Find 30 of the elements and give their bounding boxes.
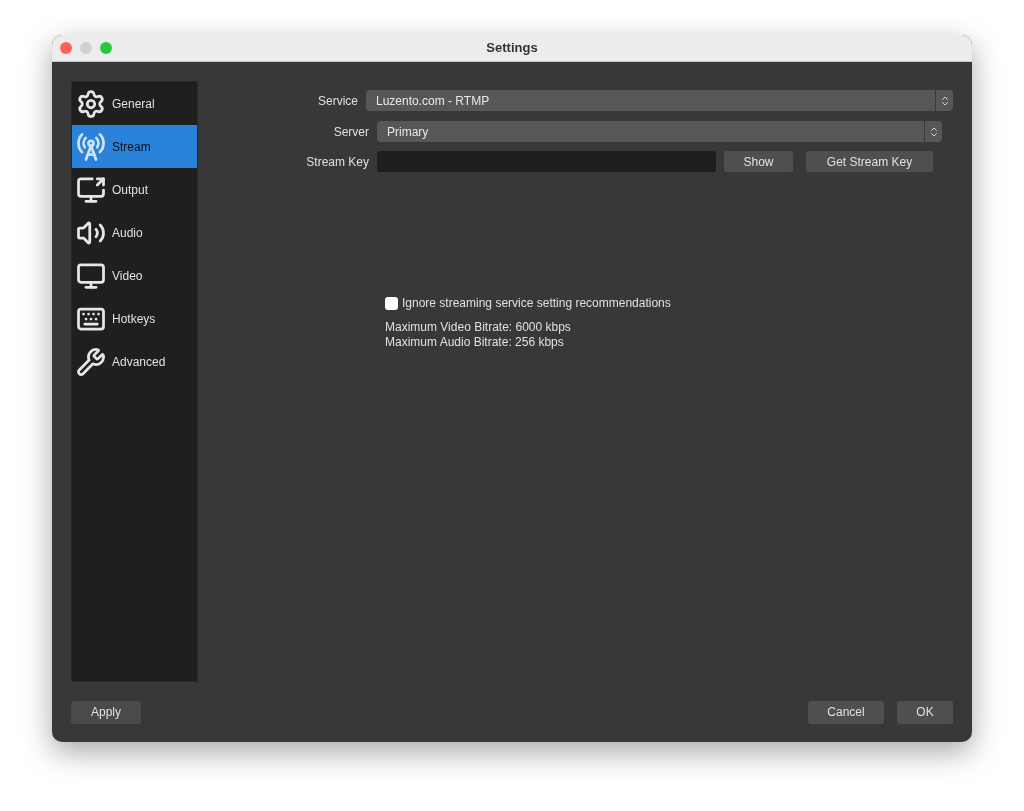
wrench-icon <box>76 346 106 377</box>
sidebar-item[interactable]: Hotkeys <box>72 297 197 340</box>
cancel-button[interactable]: Cancel <box>808 700 884 724</box>
server-label: Server <box>332 123 370 141</box>
gear-icon <box>76 88 106 119</box>
stream-key-label: Stream Key <box>305 153 370 171</box>
sidebar-item[interactable]: Stream <box>72 125 197 168</box>
zoom-icon[interactable] <box>100 42 112 54</box>
close-icon[interactable] <box>60 42 72 54</box>
sidebar-item[interactable]: Video <box>72 254 197 297</box>
minimize-icon[interactable] <box>80 42 92 54</box>
show-button[interactable]: Show <box>724 151 793 172</box>
checkbox[interactable] <box>385 296 398 310</box>
ok-button[interactable]: OK <box>897 700 953 724</box>
sidebar-item[interactable]: Advanced <box>72 340 197 383</box>
get-stream-key-button[interactable]: Get Stream Key <box>806 151 933 172</box>
bitrate-text: Maximum Audio Bitrate: 256 kbps <box>385 335 565 350</box>
checkbox-label: Ignore streaming service setting recommendations <box>402 295 671 312</box>
apply-button[interactable]: Apply <box>71 700 141 724</box>
window-title: Settings <box>486 39 538 58</box>
bitrate-text: Maximum Video Bitrate: 6000 kbps <box>385 320 572 335</box>
stream-key-field[interactable] <box>377 151 716 172</box>
monitor-icon <box>76 260 106 291</box>
sidebar-item[interactable]: General <box>72 82 197 125</box>
radio-tower-icon <box>76 131 106 162</box>
sidebar-item[interactable]: Audio <box>72 211 197 254</box>
server-dropdown[interactable]: Primary <box>377 121 942 142</box>
sidebar-item[interactable]: Output <box>72 168 197 211</box>
service-dropdown[interactable]: Luzento.com - RTMP <box>366 90 953 111</box>
service-label: Service <box>317 92 359 110</box>
